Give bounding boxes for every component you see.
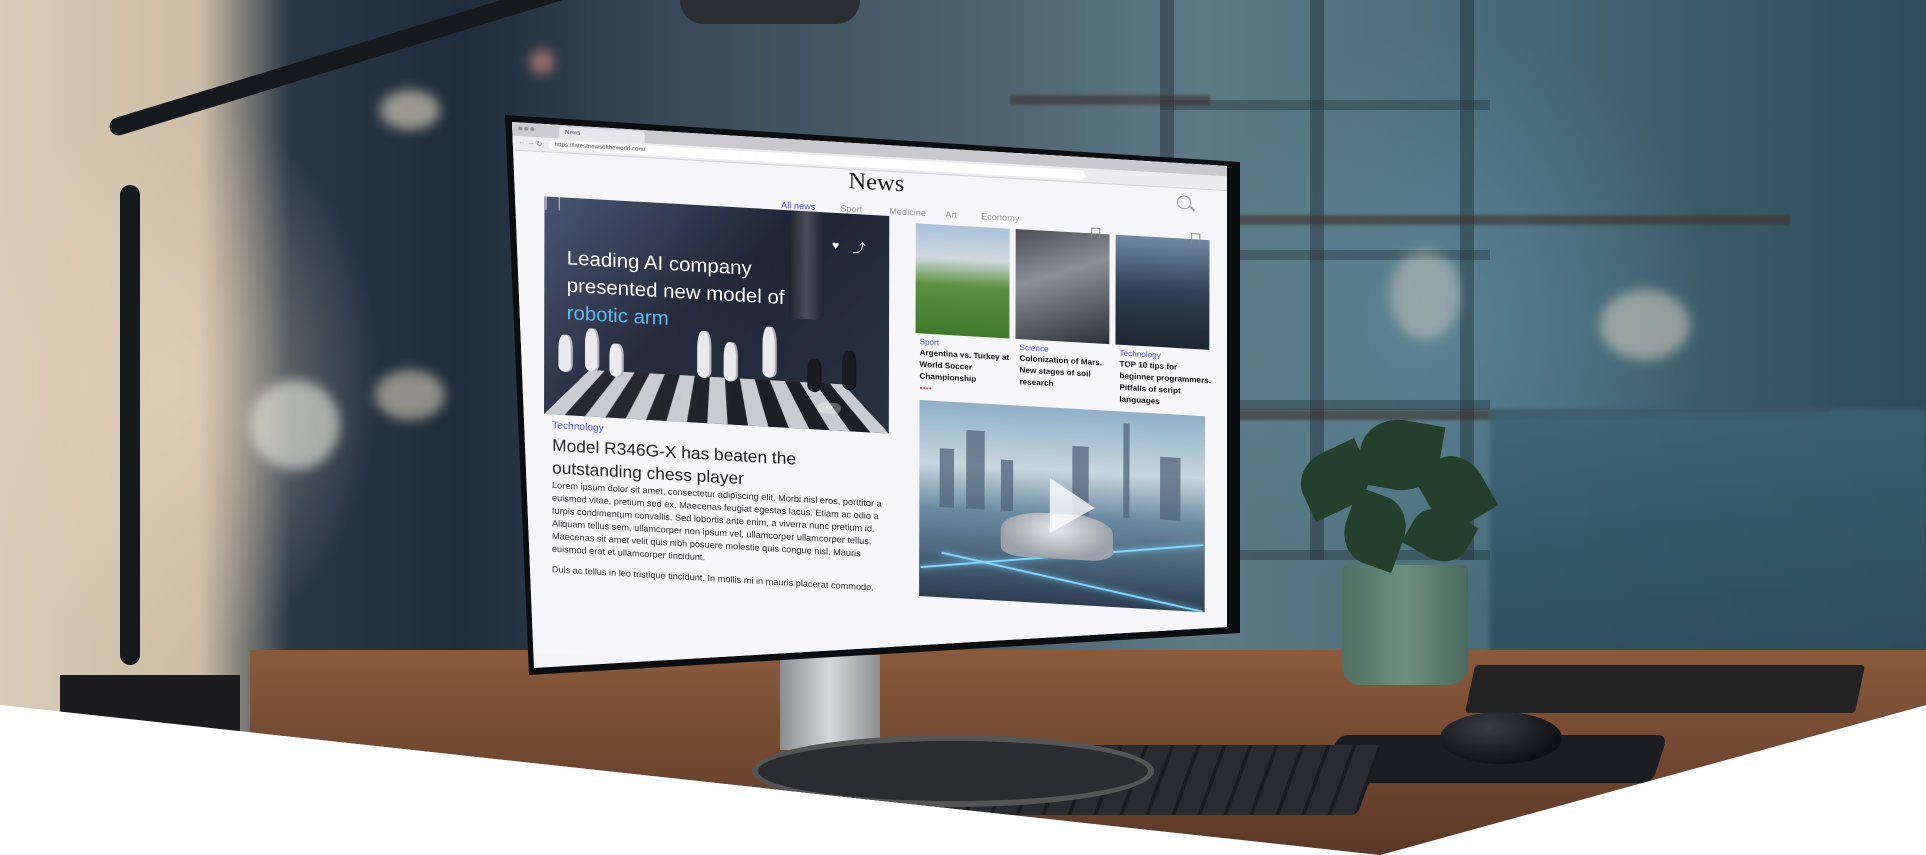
news-card-technology[interactable]: Technology TOP 10 tips for beginner prog… <box>1115 233 1211 406</box>
background-shelf <box>1010 95 1210 105</box>
computer-mouse <box>1440 712 1562 764</box>
nav-medicine[interactable]: Medicine <box>889 206 926 218</box>
card-image <box>915 223 1010 339</box>
light-bokeh <box>1390 250 1460 340</box>
bookmark-icon[interactable] <box>1191 233 1201 245</box>
light-bokeh <box>375 370 445 420</box>
article-category[interactable]: Technology <box>552 420 604 434</box>
monitor-stand <box>780 655 880 750</box>
forward-icon[interactable]: → <box>527 140 534 147</box>
search-icon[interactable] <box>1176 195 1192 210</box>
desk-lamp-arm <box>107 0 572 138</box>
pencil-cup <box>60 675 240 735</box>
hero-headline[interactable]: Leading AI company presented new model o… <box>567 245 802 341</box>
monitor-screen: News ← → ↻ https://latestnewsoftheworld.… <box>512 122 1227 668</box>
skyline-building <box>939 448 955 508</box>
background-flowers <box>250 380 340 470</box>
desk-lamp-pole <box>120 185 140 665</box>
window-zoom-dot[interactable] <box>530 126 535 132</box>
play-icon[interactable] <box>1049 477 1095 536</box>
chess-piece <box>609 343 624 378</box>
chess-piece <box>807 358 822 393</box>
card-image <box>1115 234 1210 350</box>
plant-pot <box>1342 565 1468 685</box>
bookmark-icon[interactable] <box>1091 227 1101 239</box>
card-title[interactable]: Argentina vs. Turkey at World Soccer Cha… <box>920 347 1012 387</box>
chess-piece <box>841 350 857 391</box>
nav-economy[interactable]: Economy <box>981 211 1019 223</box>
skyline-building <box>1159 456 1181 521</box>
card-title[interactable]: Colonization of Mars. New stages of soil… <box>1019 353 1111 394</box>
reload-icon[interactable]: ↻ <box>536 140 542 148</box>
news-website: News ← → ↻ https://latestnewsoftheworld.… <box>512 122 1227 668</box>
monitor-stand-base <box>752 735 1154 807</box>
card-image <box>1015 229 1110 345</box>
video-player[interactable] <box>919 400 1206 613</box>
chess-piece <box>723 341 739 382</box>
chess-piece <box>697 330 712 379</box>
skyline-building <box>966 430 985 510</box>
desk-lamp-head <box>680 0 860 24</box>
window-minimize-dot[interactable] <box>524 126 529 131</box>
chess-piece <box>584 328 600 372</box>
chess-piece <box>558 334 573 373</box>
hero-article-image[interactable]: Leading AI company presented new model o… <box>544 196 890 434</box>
back-icon[interactable]: ← <box>518 139 525 146</box>
background-kitchen-cabinet <box>1490 410 1926 660</box>
light-bokeh <box>380 90 440 130</box>
skyline-building <box>1123 423 1130 518</box>
share-icon[interactable]: ⤴ <box>852 237 865 256</box>
nav-art[interactable]: Art <box>945 209 957 219</box>
light-bokeh <box>530 50 554 74</box>
heart-icon[interactable]: ♥ <box>832 238 839 252</box>
card-category[interactable]: Science <box>1020 343 1049 353</box>
card-category[interactable]: Sport <box>920 337 940 347</box>
read-more-button[interactable]: ••• <box>817 402 842 415</box>
road-light <box>941 551 1203 613</box>
card-title[interactable]: TOP 10 tips for beginner programmers. Pi… <box>1119 358 1211 410</box>
background-shelf <box>1230 215 1790 225</box>
site-title: News <box>848 168 905 198</box>
news-card-sport[interactable]: Sport Argentina vs. Turkey at World Socc… <box>915 223 1010 392</box>
news-card-science[interactable]: Science Colonization of Mars. New stages… <box>1015 227 1110 388</box>
notebooks <box>1464 665 1866 713</box>
pagination-dots: ●●●● <box>919 385 932 392</box>
window-close-dot[interactable] <box>518 126 523 131</box>
light-bokeh <box>1600 290 1690 360</box>
skyline-building <box>1000 459 1014 512</box>
